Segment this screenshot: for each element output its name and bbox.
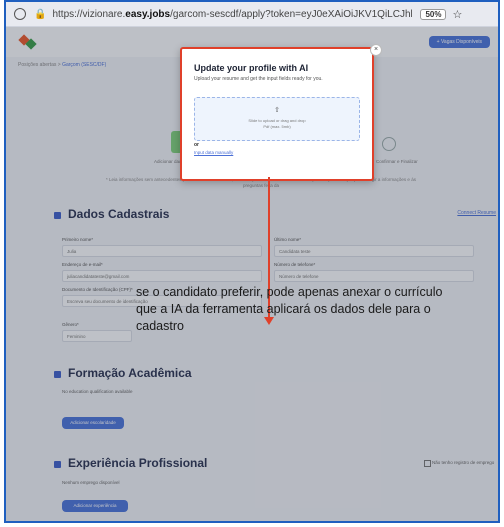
close-icon[interactable]: × bbox=[370, 44, 382, 56]
ai-profile-modal: Update your profile with AI Upload your … bbox=[180, 47, 374, 181]
screenshot-frame: 🔒 https://vizionare.easy.jobs/garcom-ses… bbox=[4, 0, 500, 523]
annotation-caption: se o candidato preferir, pode apenas ane… bbox=[136, 285, 443, 333]
resume-dropzone[interactable]: ⇧ Slide to upload or drag and drop Pdf (… bbox=[194, 97, 360, 141]
dropzone-format-text: Pdf (max. 5mb) bbox=[263, 124, 291, 129]
lock-icon: 🔒 bbox=[34, 8, 47, 20]
page-content: + Vagas Disponíveis Posições abertas > G… bbox=[6, 27, 498, 521]
bookmark-star-icon[interactable]: ☆ bbox=[452, 8, 462, 21]
or-label: or bbox=[194, 142, 199, 148]
address-field[interactable]: https://vizionare.easy.jobs/garcom-sescd… bbox=[52, 9, 412, 20]
upload-icon: ⇧ bbox=[274, 107, 280, 114]
modal-title: Update your profile with AI bbox=[194, 63, 309, 73]
browser-url-bar: 🔒 https://vizionare.easy.jobs/garcom-ses… bbox=[6, 2, 498, 27]
zoom-level[interactable]: 50% bbox=[420, 8, 447, 20]
dropzone-text: Slide to upload or drag and drop bbox=[248, 118, 306, 123]
modal-subtitle: Upload your resume and get the input fie… bbox=[194, 76, 323, 82]
input-manually-link[interactable]: Input data manually bbox=[194, 150, 233, 155]
reload-icon[interactable] bbox=[14, 8, 26, 20]
